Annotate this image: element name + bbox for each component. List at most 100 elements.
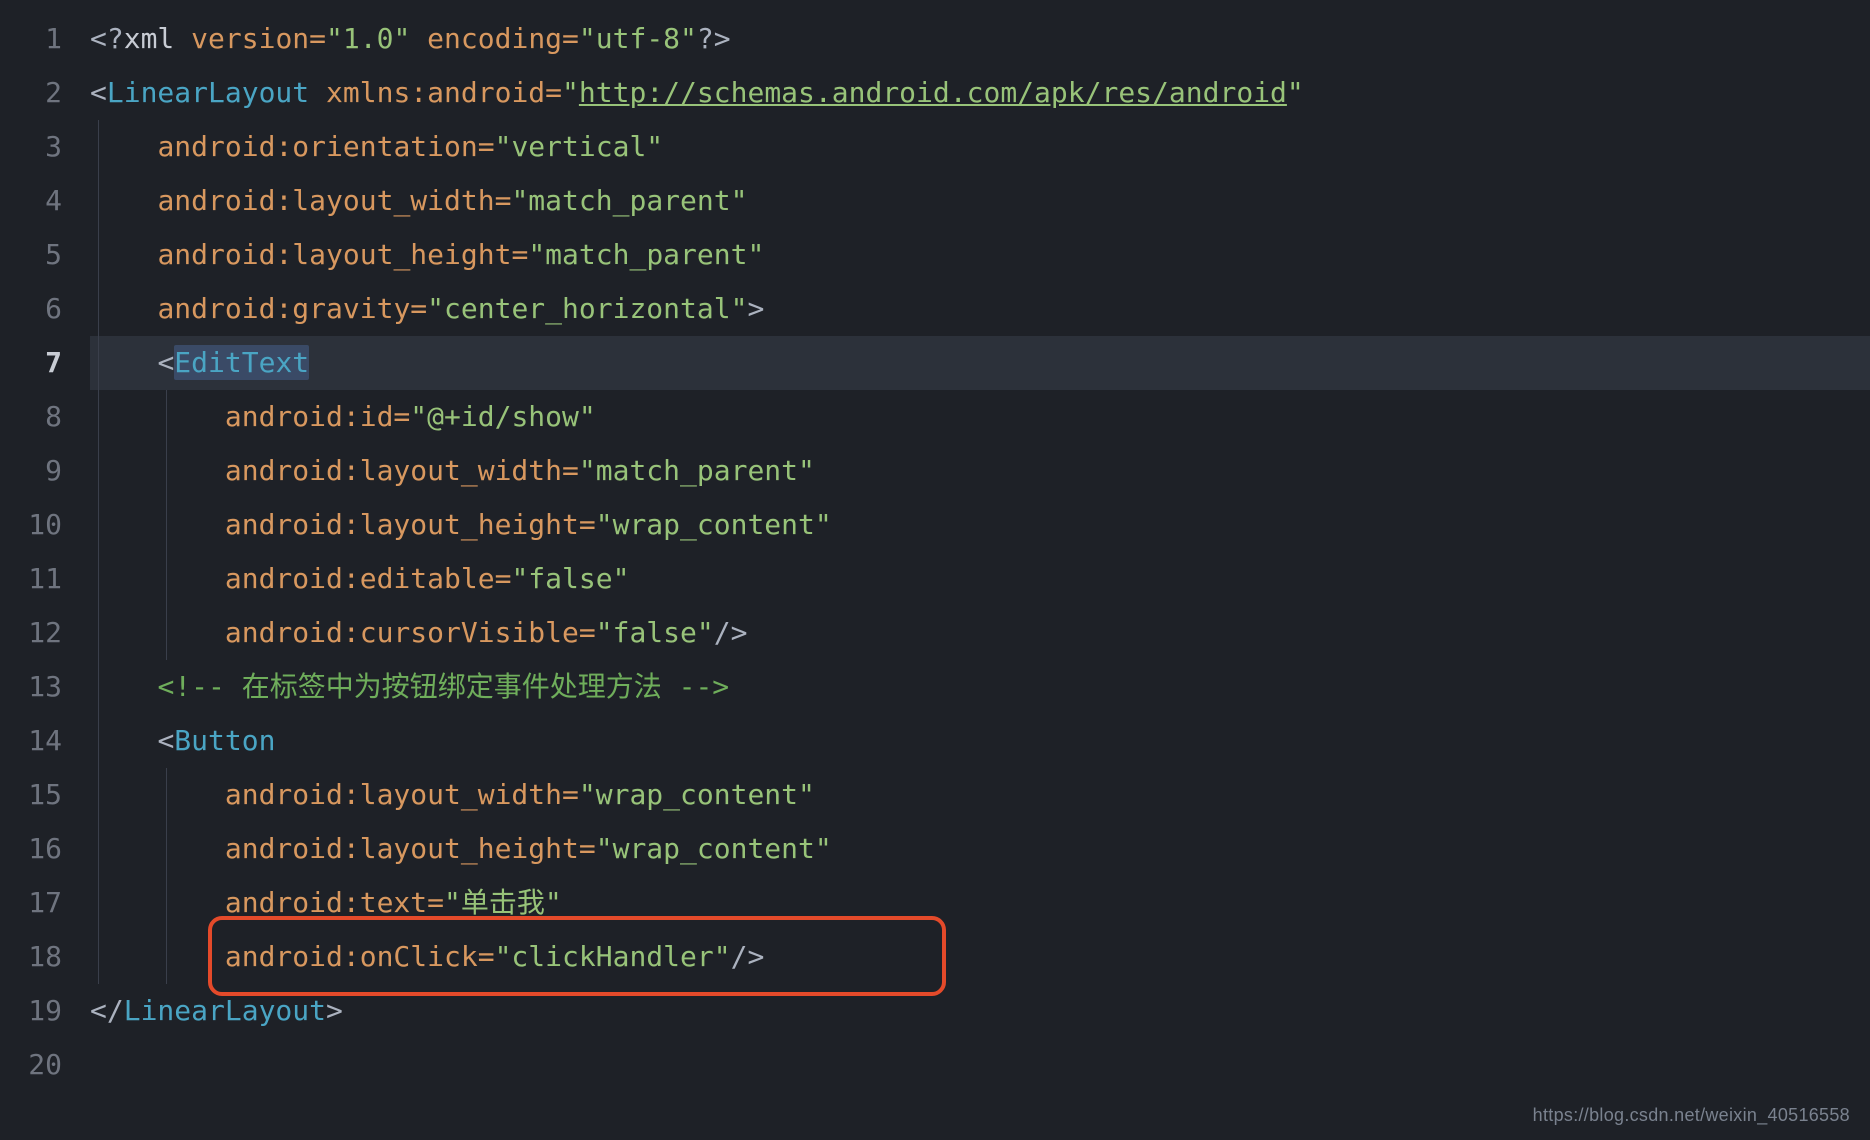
line-number: 9 — [0, 444, 90, 498]
code-line[interactable]: android:layout_width="match_parent" — [90, 444, 1870, 498]
code-line-comment[interactable]: <!-- 在标签中为按钮绑定事件处理方法 --> — [90, 660, 1870, 714]
xml-attr-value: "center_horizontal" — [427, 292, 747, 325]
code-editor[interactable]: 1 2 3 4 5 6 7 8 9 10 11 12 13 14 15 16 1… — [0, 0, 1870, 1140]
xml-attr: android:layout_height= — [157, 238, 528, 271]
line-number: 5 — [0, 228, 90, 282]
selection-highlight: EditText — [174, 345, 309, 380]
xml-attr: android:editable= — [225, 562, 512, 595]
code-line[interactable]: android:text="单击我" — [90, 876, 1870, 930]
line-number: 16 — [0, 822, 90, 876]
indent — [90, 130, 157, 163]
xml-attr-value: "clickHandler" — [495, 940, 731, 973]
xml-attr: android:orientation= — [157, 130, 494, 163]
xml-attr: android:layout_width= — [225, 778, 579, 811]
line-number: 20 — [0, 1038, 90, 1092]
line-number: 14 — [0, 714, 90, 768]
indent — [90, 292, 157, 325]
xml-pi-punct: ?> — [697, 22, 731, 55]
xml-attr-value: "@+id/show" — [410, 400, 595, 433]
code-line[interactable]: android:cursorVisible="false"/> — [90, 606, 1870, 660]
code-line[interactable]: android:layout_height="wrap_content" — [90, 498, 1870, 552]
code-line[interactable]: <?xml version="1.0" encoding="utf-8"?> — [90, 12, 1870, 66]
space — [309, 76, 326, 109]
indent — [90, 616, 225, 649]
indent — [90, 238, 157, 271]
code-line[interactable]: android:layout_height="match_parent" — [90, 228, 1870, 282]
xml-attr-value: "false" — [596, 616, 714, 649]
angle-bracket: > — [747, 292, 764, 325]
line-number: 8 — [0, 390, 90, 444]
line-number: 10 — [0, 498, 90, 552]
xml-pi-punct: <? — [90, 22, 124, 55]
code-line[interactable]: android:layout_width="match_parent" — [90, 174, 1870, 228]
xml-attr-url: http://schemas.android.com/apk/res/andro… — [579, 76, 1287, 109]
indent — [90, 562, 225, 595]
xml-attr: android:onClick= — [225, 940, 495, 973]
line-number-gutter: 1 2 3 4 5 6 7 8 9 10 11 12 13 14 15 16 1… — [0, 0, 90, 1140]
line-number: 12 — [0, 606, 90, 660]
xml-tag: Button — [174, 724, 275, 757]
code-line[interactable]: android:layout_width="wrap_content" — [90, 768, 1870, 822]
xml-attr-value: "单击我" — [444, 886, 562, 919]
line-number: 2 — [0, 66, 90, 120]
xml-attr: android:layout_height= — [225, 508, 596, 541]
code-line[interactable]: android:orientation="vertical" — [90, 120, 1870, 174]
angle-bracket: </ — [90, 994, 124, 1027]
indent — [90, 886, 225, 919]
line-number: 15 — [0, 768, 90, 822]
angle-bracket: < — [90, 76, 107, 109]
code-line[interactable]: android:editable="false" — [90, 552, 1870, 606]
line-number: 4 — [0, 174, 90, 228]
code-area[interactable]: <?xml version="1.0" encoding="utf-8"?> <… — [90, 0, 1870, 1140]
line-number: 1 — [0, 12, 90, 66]
code-line-active[interactable]: <EditText — [90, 336, 1870, 390]
code-line[interactable]: android:layout_height="wrap_content" — [90, 822, 1870, 876]
xml-attr: android:text= — [225, 886, 444, 919]
indent — [90, 832, 225, 865]
comment-open: <!-- — [157, 670, 241, 703]
comment-text: 在标签中为按钮绑定事件处理方法 — [242, 670, 679, 703]
code-line[interactable]: </LinearLayout> — [90, 984, 1870, 1038]
xml-attr: version= — [191, 22, 326, 55]
indent — [90, 724, 157, 757]
line-number: 3 — [0, 120, 90, 174]
code-line[interactable]: android:id="@+id/show" — [90, 390, 1870, 444]
code-line[interactable] — [90, 1038, 1870, 1092]
xml-attr-value: "match_parent" — [511, 184, 747, 217]
self-close: /> — [714, 616, 748, 649]
quote: " — [562, 76, 579, 109]
xml-pi-name: xml — [124, 22, 191, 55]
xml-attr-value: "wrap_content" — [596, 832, 832, 865]
indent — [90, 508, 225, 541]
code-line[interactable]: <LinearLayout xmlns:android="http://sche… — [90, 66, 1870, 120]
angle-bracket: < — [157, 724, 174, 757]
xml-tag: LinearLayout — [124, 994, 326, 1027]
xml-attr-value: "vertical" — [495, 130, 664, 163]
xml-attr-value: "false" — [511, 562, 629, 595]
xml-attr: android:layout_height= — [225, 832, 596, 865]
line-number: 18 — [0, 930, 90, 984]
indent — [90, 346, 157, 379]
xml-attr-value: "wrap_content" — [579, 778, 815, 811]
xml-attr-value: "wrap_content" — [596, 508, 832, 541]
indent — [90, 778, 225, 811]
self-close: /> — [731, 940, 765, 973]
xml-attr: encoding= — [427, 22, 579, 55]
code-line[interactable]: android:onClick="clickHandler"/> — [90, 930, 1870, 984]
xml-attr-value: "match_parent" — [528, 238, 764, 271]
space — [410, 22, 427, 55]
code-line[interactable]: android:gravity="center_horizontal"> — [90, 282, 1870, 336]
xml-attr: android:gravity= — [157, 292, 427, 325]
indent — [90, 184, 157, 217]
line-number: 11 — [0, 552, 90, 606]
line-number: 19 — [0, 984, 90, 1038]
line-number: 13 — [0, 660, 90, 714]
line-number: 17 — [0, 876, 90, 930]
code-line[interactable]: <Button — [90, 714, 1870, 768]
xml-attr-value: "utf-8" — [579, 22, 697, 55]
angle-bracket: < — [157, 346, 174, 379]
comment-close: --> — [679, 670, 730, 703]
xml-attr: android:cursorVisible= — [225, 616, 596, 649]
xml-tag: EditText — [174, 346, 309, 379]
indent — [90, 454, 225, 487]
